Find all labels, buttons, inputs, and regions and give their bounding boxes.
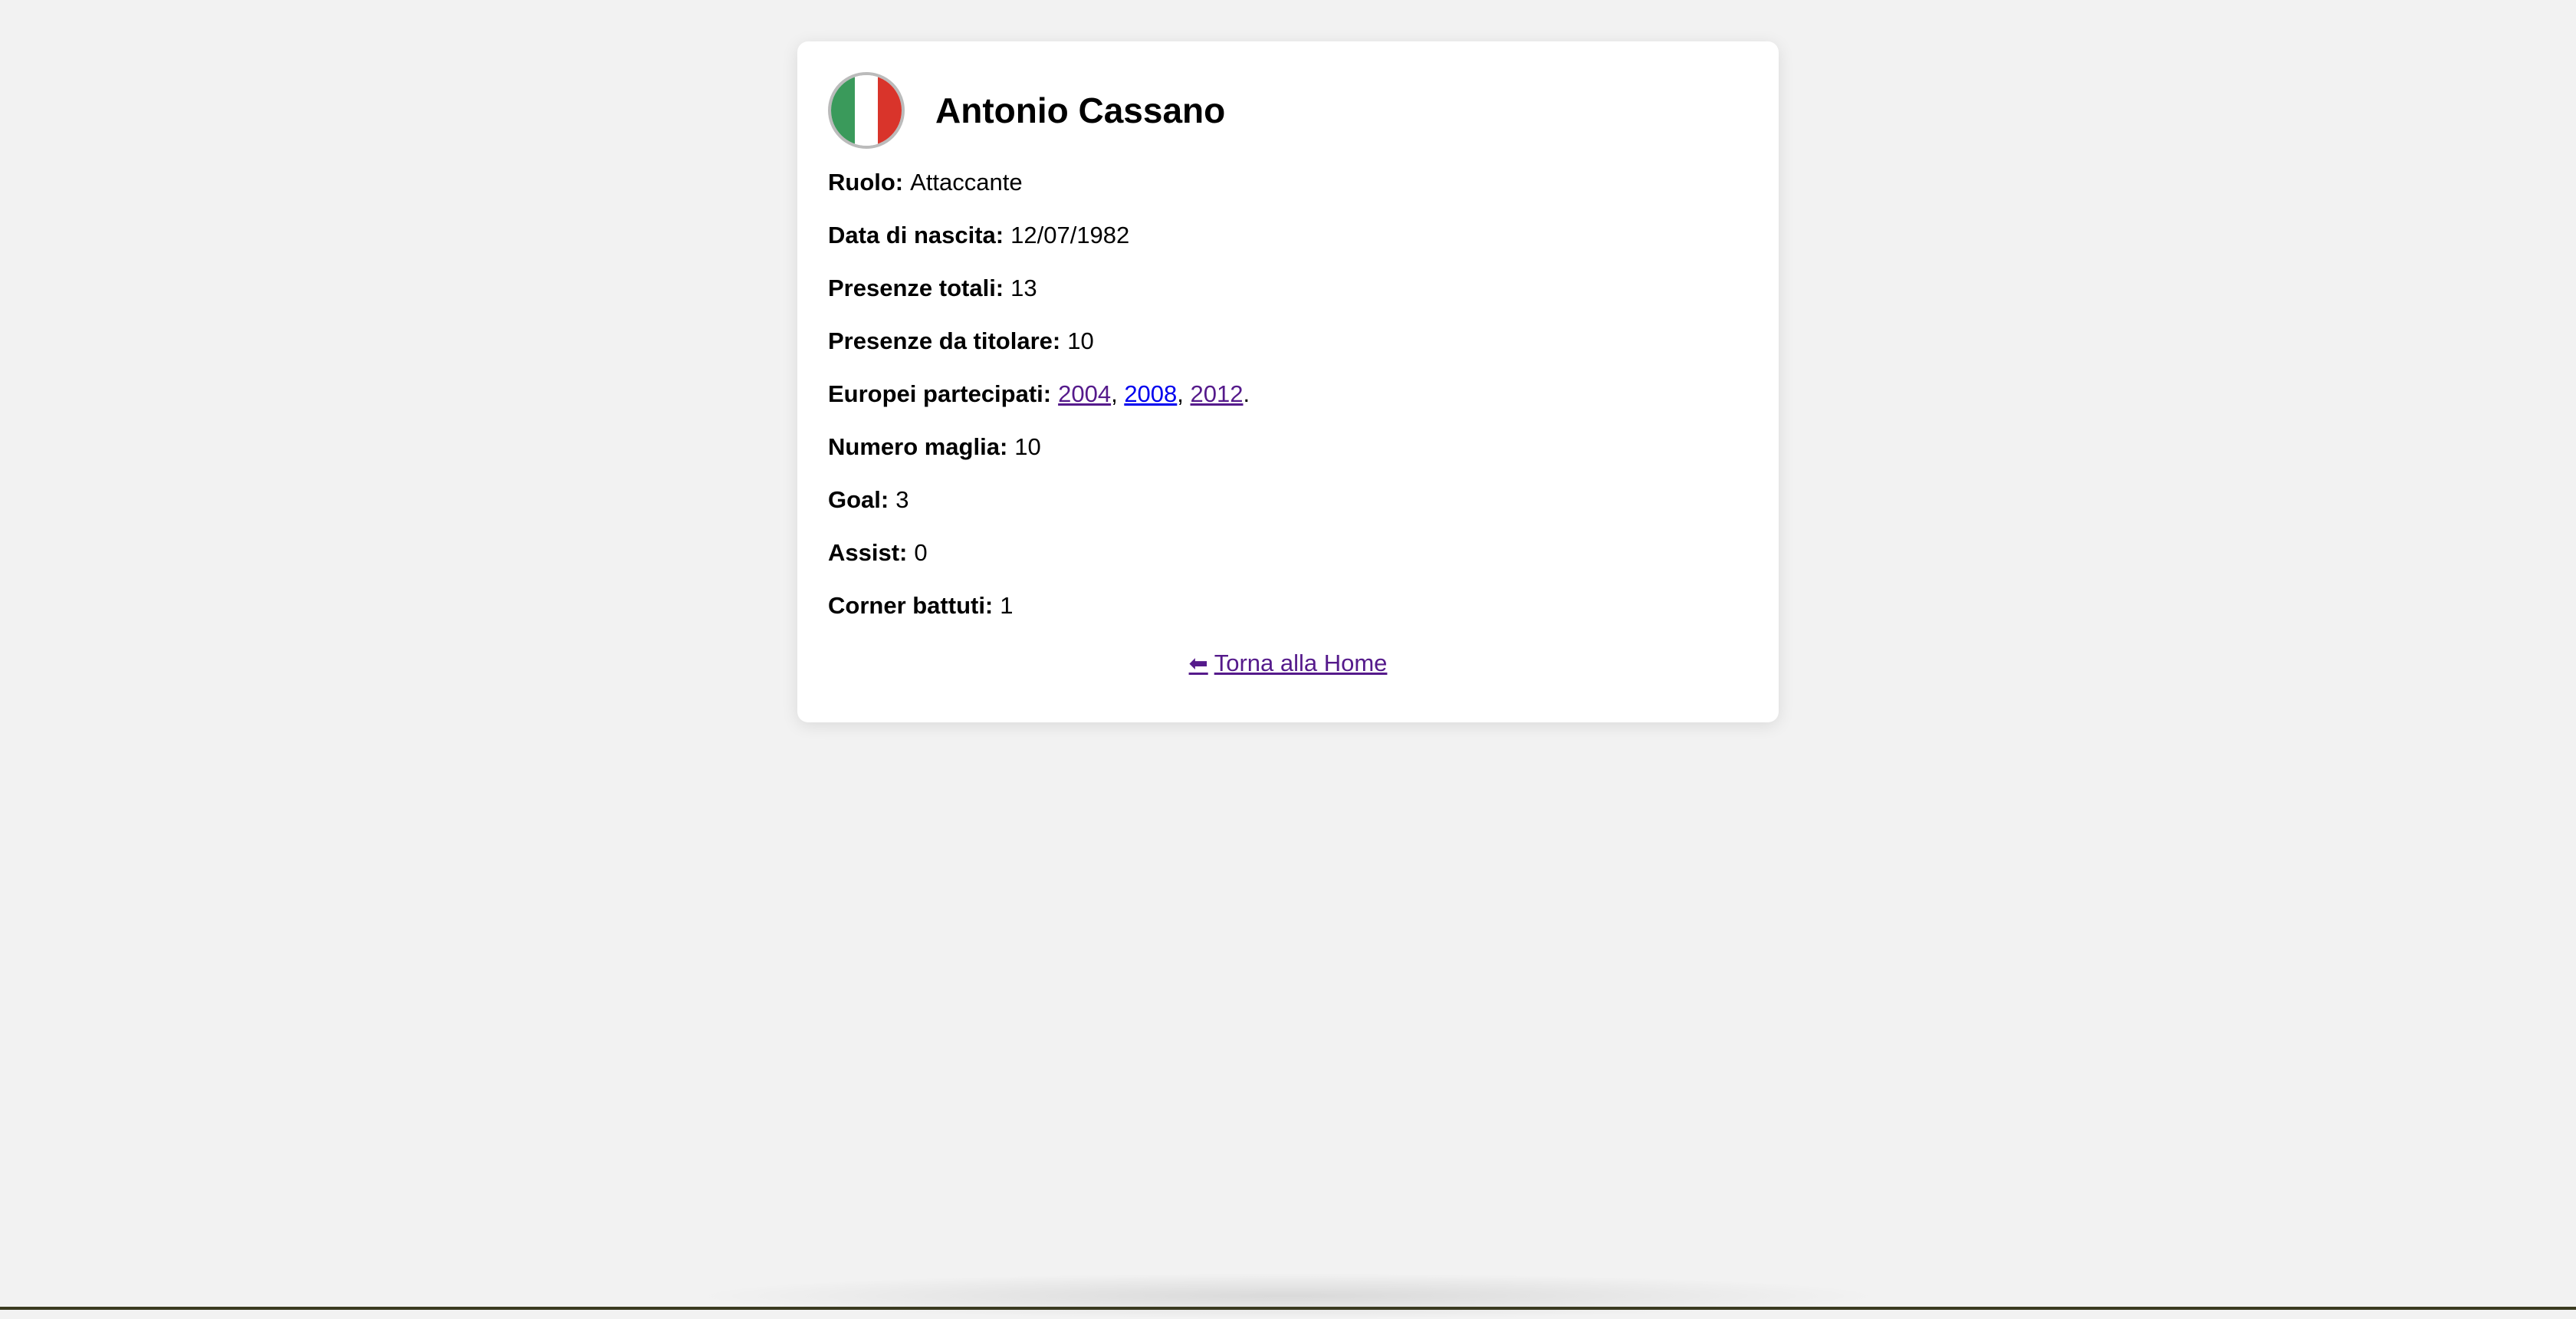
stat-value: 12/07/1982 (1010, 222, 1130, 248)
stat-value: 10 (1067, 327, 1094, 354)
arrow-left-icon: ⬅ (1188, 651, 1208, 676)
stat-label: Ruolo: (828, 169, 904, 196)
stat-value: 0 (914, 539, 928, 566)
window-bottom-shadow (690, 1273, 1886, 1319)
stat-shirt-number: Numero maglia: 10 (828, 430, 1748, 483)
stat-starts: Presenze da titolare: 10 (828, 324, 1748, 377)
stat-assists: Assist: 0 (828, 536, 1748, 589)
euro-links: 2004, 2008, 2012. (1058, 377, 1250, 411)
player-stats: Ruolo: Attaccante Data di nascita: 12/07… (828, 166, 1748, 642)
window-bottom-edge (0, 1307, 2576, 1310)
stat-label: Numero maglia: (828, 433, 1008, 460)
stat-value: 13 (1010, 275, 1037, 301)
euro-2004-link[interactable]: 2004 (1058, 380, 1111, 407)
home-nav: ⬅ Torna alla Home (828, 650, 1748, 677)
player-card: Antonio Cassano Ruolo: Attaccante Data d… (797, 41, 1779, 722)
stat-label: Assist: (828, 539, 908, 566)
stat-goals: Goal: 3 (828, 483, 1748, 536)
italy-flag-icon (828, 72, 905, 149)
list-end-punctuation: . (1243, 380, 1250, 407)
player-name: Antonio Cassano (935, 90, 1226, 130)
player-header: Antonio Cassano (828, 72, 1748, 149)
stat-label: Presenze totali: (828, 275, 1004, 301)
flag-stripe-red (878, 75, 902, 146)
stat-birth-date: Data di nascita: 12/07/1982 (828, 219, 1748, 271)
link-separator: , (1177, 380, 1191, 407)
stat-value: 3 (895, 486, 909, 513)
stat-label: Europei partecipati: (828, 380, 1052, 407)
euro-2012-link[interactable]: 2012 (1191, 380, 1244, 407)
stat-role: Ruolo: Attaccante (828, 166, 1748, 219)
euro-2008-link[interactable]: 2008 (1124, 380, 1177, 407)
flag-stripe-white (854, 75, 879, 146)
stat-value: 10 (1014, 433, 1041, 460)
stat-euros-played: Europei partecipati: 2004, 2008, 2012. (828, 377, 1748, 430)
stat-value: 1 (1000, 592, 1014, 619)
stat-label: Corner battuti: (828, 592, 994, 619)
stat-value: Attaccante (910, 169, 1023, 196)
flag-stripe-green (831, 75, 855, 146)
stat-label: Data di nascita: (828, 222, 1004, 248)
stat-label: Presenze da titolare: (828, 327, 1061, 354)
link-separator: , (1111, 380, 1125, 407)
back-home-link[interactable]: ⬅ Torna alla Home (1189, 650, 1388, 676)
stat-label: Goal: (828, 486, 889, 513)
stat-total-appearances: Presenze totali: 13 (828, 271, 1748, 324)
back-home-label: Torna alla Home (1214, 650, 1388, 676)
stat-corners: Corner battuti: 1 (828, 589, 1748, 642)
